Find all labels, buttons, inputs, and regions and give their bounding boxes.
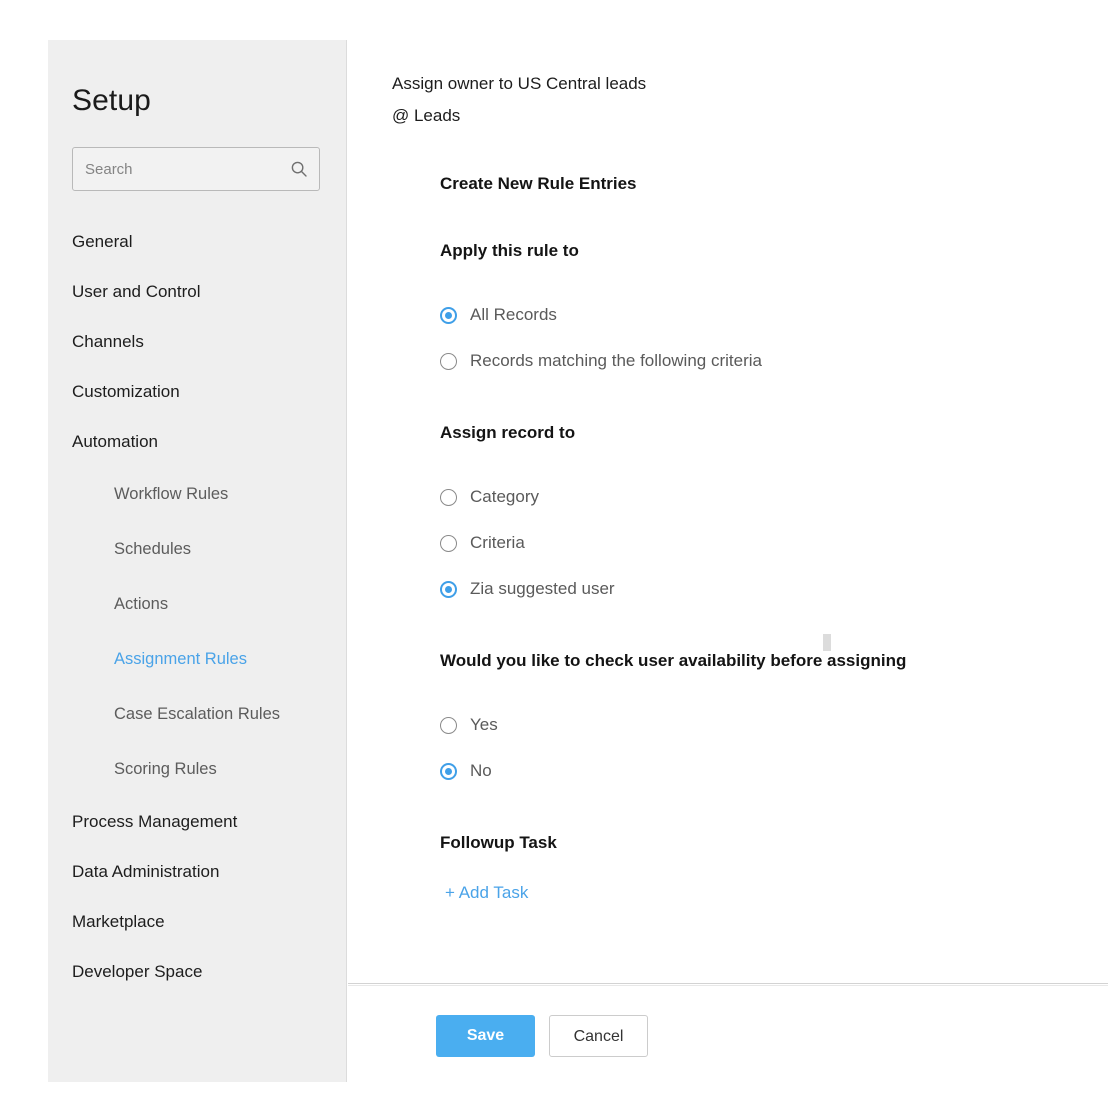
- sidebar-nav: General User and Control Channels Custom…: [48, 217, 346, 997]
- rule-header: Assign owner to US Central leads @ Leads: [348, 40, 1108, 132]
- cancel-button[interactable]: Cancel: [549, 1015, 648, 1057]
- spacer: [440, 262, 1108, 292]
- radio-criteria-indicator[interactable]: [440, 535, 457, 552]
- radio-records-matching-criteria-indicator[interactable]: [440, 353, 457, 370]
- radio-availability-no-indicator[interactable]: [440, 763, 457, 780]
- search-input[interactable]: [73, 148, 319, 190]
- sidebar-item-automation[interactable]: Automation: [48, 417, 346, 467]
- spacer: [440, 672, 1108, 702]
- spacer: [440, 612, 1108, 650]
- search-box[interactable]: [72, 147, 320, 191]
- followup-task-heading: Followup Task: [440, 832, 1108, 854]
- sidebar-item-case-escalation-rules[interactable]: Case Escalation Rules: [48, 687, 346, 742]
- radio-all-records-label: All Records: [470, 304, 557, 326]
- text-cursor-artifact: [823, 634, 831, 651]
- radio-availability-yes-indicator[interactable]: [440, 717, 457, 734]
- radio-category[interactable]: Category: [440, 474, 1108, 520]
- radio-all-records[interactable]: All Records: [440, 292, 1108, 338]
- main-content: Assign owner to US Central leads @ Leads…: [348, 40, 1108, 1082]
- sidebar-item-schedules[interactable]: Schedules: [48, 522, 346, 577]
- radio-zia-suggested-user[interactable]: Zia suggested user: [440, 566, 1108, 612]
- footer-divider: [348, 983, 1108, 984]
- sidebar-item-assignment-rules[interactable]: Assignment Rules: [48, 632, 346, 687]
- save-button[interactable]: Save: [436, 1015, 535, 1057]
- sidebar-item-scoring-rules[interactable]: Scoring Rules: [48, 742, 346, 797]
- availability-heading: Would you like to check user availabilit…: [440, 650, 1108, 672]
- spacer: [440, 384, 1108, 422]
- radio-records-matching-criteria[interactable]: Records matching the following criteria: [440, 338, 1108, 384]
- radio-category-label: Category: [470, 486, 539, 508]
- add-task-button[interactable]: + Add Task: [445, 882, 528, 904]
- spacer: [440, 444, 1108, 474]
- footer-divider-shadow: [348, 985, 1108, 986]
- radio-criteria-label: Criteria: [470, 532, 525, 554]
- radio-zia-suggested-user-label: Zia suggested user: [470, 578, 615, 600]
- rule-module: @ Leads: [392, 100, 1108, 132]
- spacer: [440, 794, 1108, 832]
- setup-sidebar: Setup General User and Control Channels …: [48, 40, 347, 1082]
- create-new-rule-entries-heading: Create New Rule Entries: [440, 173, 1108, 195]
- spacer: [440, 854, 1108, 882]
- radio-availability-yes-label: Yes: [470, 714, 498, 736]
- setup-page: Setup General User and Control Channels …: [0, 0, 1108, 1118]
- sidebar-item-general[interactable]: General: [48, 217, 346, 267]
- sidebar-item-customization[interactable]: Customization: [48, 367, 346, 417]
- radio-category-indicator[interactable]: [440, 489, 457, 506]
- sidebar-item-user-and-control[interactable]: User and Control: [48, 267, 346, 317]
- radio-availability-no[interactable]: No: [440, 748, 1108, 794]
- sidebar-item-data-administration[interactable]: Data Administration: [48, 847, 346, 897]
- form-footer: Save Cancel: [436, 1015, 648, 1057]
- radio-records-matching-criteria-label: Records matching the following criteria: [470, 350, 762, 372]
- page-title: Setup: [48, 40, 346, 118]
- radio-all-records-indicator[interactable]: [440, 307, 457, 324]
- rule-name: Assign owner to US Central leads: [392, 68, 1108, 100]
- radio-criteria[interactable]: Criteria: [440, 520, 1108, 566]
- sidebar-item-workflow-rules[interactable]: Workflow Rules: [48, 467, 346, 522]
- radio-availability-yes[interactable]: Yes: [440, 702, 1108, 748]
- sidebar-item-marketplace[interactable]: Marketplace: [48, 897, 346, 947]
- apply-rule-heading: Apply this rule to: [440, 240, 1108, 262]
- sidebar-item-process-management[interactable]: Process Management: [48, 797, 346, 847]
- radio-availability-no-label: No: [470, 760, 492, 782]
- spacer: [440, 195, 1108, 240]
- sidebar-item-developer-space[interactable]: Developer Space: [48, 947, 346, 997]
- rule-form: Create New Rule Entries Apply this rule …: [348, 132, 1108, 904]
- sidebar-item-actions[interactable]: Actions: [48, 577, 346, 632]
- assign-record-heading: Assign record to: [440, 422, 1108, 444]
- sidebar-item-channels[interactable]: Channels: [48, 317, 346, 367]
- radio-zia-suggested-user-indicator[interactable]: [440, 581, 457, 598]
